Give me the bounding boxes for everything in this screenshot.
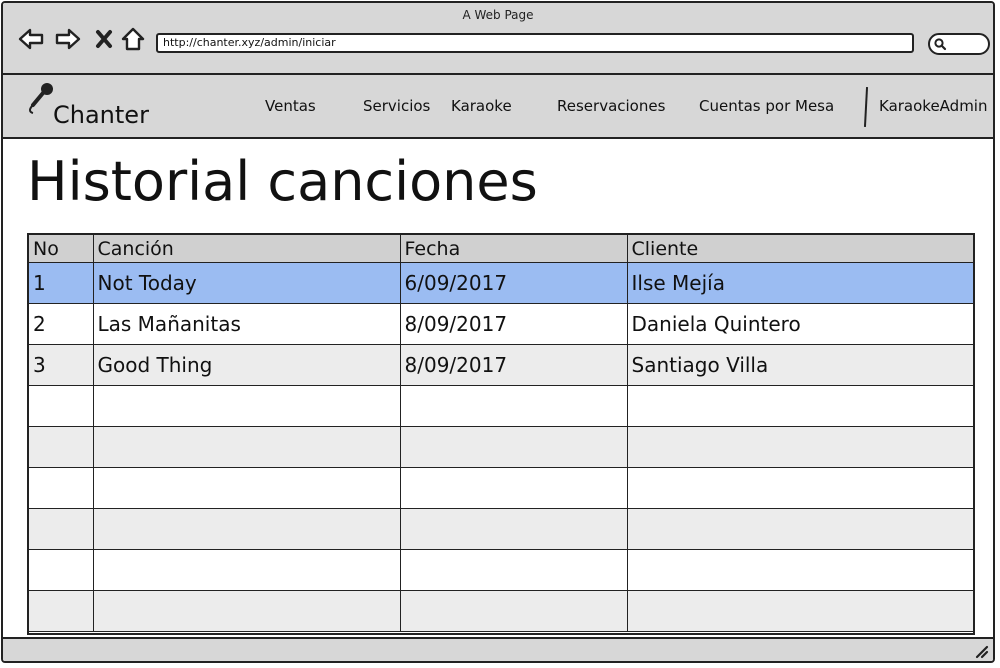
cell-no[interactable] [29, 385, 94, 427]
cell-cliente[interactable] [626, 549, 973, 591]
app-header: Chanter Ventas Servicios Karaoke Reserva… [3, 75, 993, 139]
cell-cliente[interactable] [626, 426, 973, 468]
logo-text[interactable]: Chanter [53, 101, 149, 129]
table-row[interactable] [29, 467, 973, 509]
cell-no[interactable]: 2 [29, 303, 94, 345]
nav-divider [863, 86, 869, 128]
cell-cliente[interactable] [626, 590, 973, 632]
cell-fecha[interactable]: 6/09/2017 [399, 262, 628, 304]
table-row[interactable]: 2 Las Mañanitas 8/09/2017 Daniela Quintero [29, 303, 973, 345]
table-row[interactable] [29, 385, 973, 427]
home-icon[interactable] [119, 25, 147, 53]
cell-cliente[interactable]: Ilse Mejía [626, 262, 973, 304]
cell-cancion[interactable] [92, 467, 401, 509]
cell-cancion[interactable] [92, 426, 401, 468]
cell-cancion[interactable]: Not Today [92, 262, 401, 304]
cell-cliente[interactable] [626, 467, 973, 509]
column-header-cliente[interactable]: Cliente [626, 235, 973, 263]
table-row[interactable] [29, 549, 973, 591]
cell-cliente[interactable]: Santiago Villa [626, 344, 973, 386]
cell-fecha[interactable]: 8/09/2017 [399, 303, 628, 345]
cell-fecha[interactable]: 8/09/2017 [399, 344, 628, 386]
song-history-table: No Canción Fecha Cliente 1 Not Today 6/09/… [27, 233, 975, 635]
nav-item-karaoke[interactable]: Karaoke [451, 97, 512, 115]
nav-item-ventas[interactable]: Ventas [265, 97, 316, 115]
cell-cancion[interactable] [92, 549, 401, 591]
address-bar[interactable]: http://chanter.xyz/admin/iniciar [156, 33, 914, 53]
status-bar [3, 637, 993, 661]
table-row[interactable]: 1 Not Today 6/09/2017 Ilse Mejía [29, 262, 973, 304]
cell-no[interactable]: 3 [29, 344, 94, 386]
cell-cancion[interactable] [92, 385, 401, 427]
forward-arrow-icon[interactable] [54, 25, 82, 53]
user-menu[interactable]: KaraokeAdmin [879, 97, 988, 115]
cell-fecha[interactable] [399, 549, 628, 591]
table-row[interactable]: 3 Good Thing 8/09/2017 Santiago Villa [29, 344, 973, 386]
close-icon[interactable] [91, 25, 119, 53]
cell-no[interactable] [29, 590, 94, 632]
table-row[interactable] [29, 426, 973, 468]
table-header-row: No Canción Fecha Cliente [29, 235, 973, 263]
cell-no[interactable] [29, 508, 94, 550]
cell-cancion[interactable] [92, 508, 401, 550]
cell-fecha[interactable] [399, 426, 628, 468]
cell-cancion[interactable]: Las Mañanitas [92, 303, 401, 345]
cell-no[interactable] [29, 549, 94, 591]
page-title: Historial canciones [27, 150, 538, 213]
back-arrow-icon[interactable] [17, 25, 45, 53]
cell-fecha[interactable] [399, 508, 628, 550]
nav-item-reservaciones[interactable]: Reservaciones [557, 97, 665, 115]
browser-window: A Web Page http://chanter.xyz/admin/inic… [1, 1, 995, 663]
cell-cancion[interactable]: Good Thing [92, 344, 401, 386]
column-header-no[interactable]: No [29, 235, 94, 263]
cell-no[interactable] [29, 467, 94, 509]
cell-no[interactable]: 1 [29, 262, 94, 304]
cell-cliente[interactable] [626, 385, 973, 427]
column-header-cancion[interactable]: Canción [92, 235, 401, 263]
table-row[interactable] [29, 508, 973, 550]
column-header-fecha[interactable]: Fecha [399, 235, 628, 263]
browser-toolbar: A Web Page http://chanter.xyz/admin/inic… [3, 3, 993, 75]
cell-fecha[interactable] [399, 590, 628, 632]
cell-fecha[interactable] [399, 467, 628, 509]
resize-grip-icon[interactable] [973, 643, 989, 659]
table-row[interactable] [29, 590, 973, 632]
search-icon [934, 38, 947, 51]
cell-no[interactable] [29, 426, 94, 468]
cell-cliente[interactable]: Daniela Quintero [626, 303, 973, 345]
browser-search-input[interactable] [928, 33, 990, 55]
nav-item-servicios[interactable]: Servicios [363, 97, 430, 115]
cell-cancion[interactable] [92, 590, 401, 632]
cell-cliente[interactable] [626, 508, 973, 550]
nav-item-cuentas-por-mesa[interactable]: Cuentas por Mesa [699, 97, 834, 115]
cell-fecha[interactable] [399, 385, 628, 427]
window-title: A Web Page [462, 8, 534, 22]
